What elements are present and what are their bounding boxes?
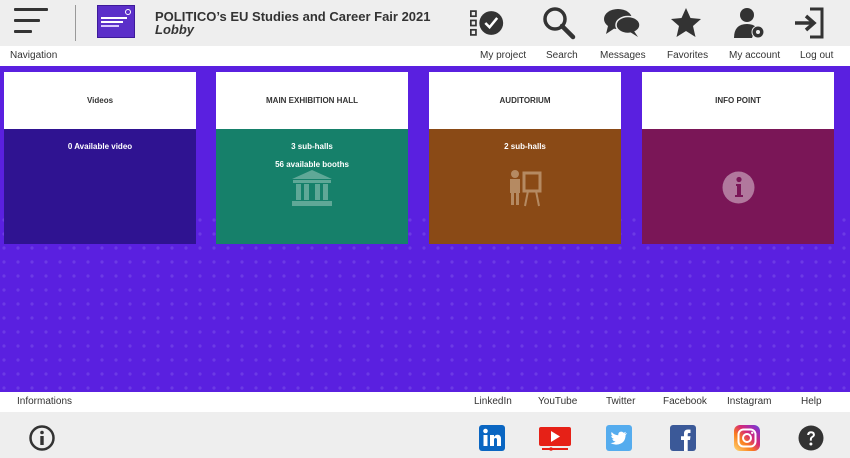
star-icon[interactable] — [669, 6, 703, 40]
card-title: Videos — [86, 96, 114, 105]
my-account-link[interactable]: My account — [729, 50, 780, 61]
messages-icon[interactable] — [603, 6, 641, 40]
favorites-link[interactable]: Favorites — [667, 50, 708, 61]
card-info-line-2: 56 available booths — [275, 160, 349, 169]
navigation-label[interactable]: Navigation — [10, 50, 57, 61]
building-columns-icon — [292, 170, 332, 206]
linkedin-link[interactable]: LinkedIn — [474, 396, 512, 407]
help-link[interactable]: Help — [801, 396, 822, 407]
card-header: MAIN EXHIBITION HALL — [216, 72, 408, 129]
footer-label-bar: Informations LinkedIn YouTube Twitter Fa… — [0, 392, 850, 412]
lobby-main-area: Videos 0 Available video MAIN EXHIBITION… — [0, 66, 850, 392]
info-circle-icon[interactable] — [29, 425, 55, 451]
youtube-icon[interactable] — [539, 425, 571, 451]
card-info-line: 0 Available video — [67, 142, 133, 151]
auditorium-card[interactable]: AUDITORIUM 2 sub-halls — [429, 72, 621, 244]
instagram-link[interactable]: Instagram — [727, 396, 771, 407]
card-info-line: 2 sub-halls — [504, 142, 546, 151]
header-divider — [75, 5, 76, 41]
card-info-line: 3 sub-halls — [291, 142, 333, 151]
linkedin-icon[interactable] — [479, 425, 505, 451]
hamburger-menu-icon[interactable] — [14, 6, 50, 40]
card-body: 0 Available video — [4, 129, 196, 244]
twitter-link[interactable]: Twitter — [606, 396, 635, 407]
help-icon[interactable] — [798, 425, 824, 451]
card-body: 3 sub-halls 56 available booths — [216, 129, 408, 244]
top-header: POLITICO’s EU Studies and Career Fair 20… — [0, 0, 850, 46]
event-logo[interactable] — [97, 5, 135, 38]
card-body — [642, 129, 834, 244]
card-body: 2 sub-halls — [429, 129, 621, 244]
card-header: AUDITORIUM — [429, 72, 621, 129]
event-title: POLITICO’s EU Studies and Career Fair 20… — [155, 9, 431, 24]
info-icon — [722, 171, 755, 204]
card-header: INFO POINT — [642, 72, 834, 129]
log-out-link[interactable]: Log out — [800, 50, 833, 61]
card-header: Videos — [4, 72, 196, 129]
main-exhibition-hall-card[interactable]: MAIN EXHIBITION HALL 3 sub-halls 56 avai… — [216, 72, 408, 244]
twitter-icon[interactable] — [606, 425, 632, 451]
search-link[interactable]: Search — [546, 50, 578, 61]
nav-label-bar: Navigation My project Search Messages Fa… — [0, 46, 850, 66]
page-subtitle: Lobby — [155, 22, 194, 37]
facebook-link[interactable]: Facebook — [663, 396, 707, 407]
facebook-icon[interactable] — [670, 425, 696, 451]
card-title: INFO POINT — [715, 96, 761, 105]
messages-link[interactable]: Messages — [600, 50, 646, 61]
instagram-icon[interactable] — [734, 425, 760, 451]
youtube-link[interactable]: YouTube — [538, 396, 577, 407]
account-settings-icon[interactable] — [733, 6, 767, 40]
footer-bar — [0, 412, 850, 458]
info-point-card[interactable]: INFO POINT — [642, 72, 834, 244]
card-title: MAIN EXHIBITION HALL — [266, 96, 358, 105]
search-icon[interactable] — [542, 6, 576, 40]
checklist-icon[interactable] — [470, 6, 504, 40]
informations-link[interactable]: Informations — [17, 396, 72, 407]
presentation-icon — [510, 170, 542, 207]
videos-card[interactable]: Videos 0 Available video — [4, 72, 196, 244]
card-title: AUDITORIUM — [499, 96, 551, 105]
my-project-link[interactable]: My project — [480, 50, 526, 61]
logout-icon[interactable] — [792, 6, 826, 40]
